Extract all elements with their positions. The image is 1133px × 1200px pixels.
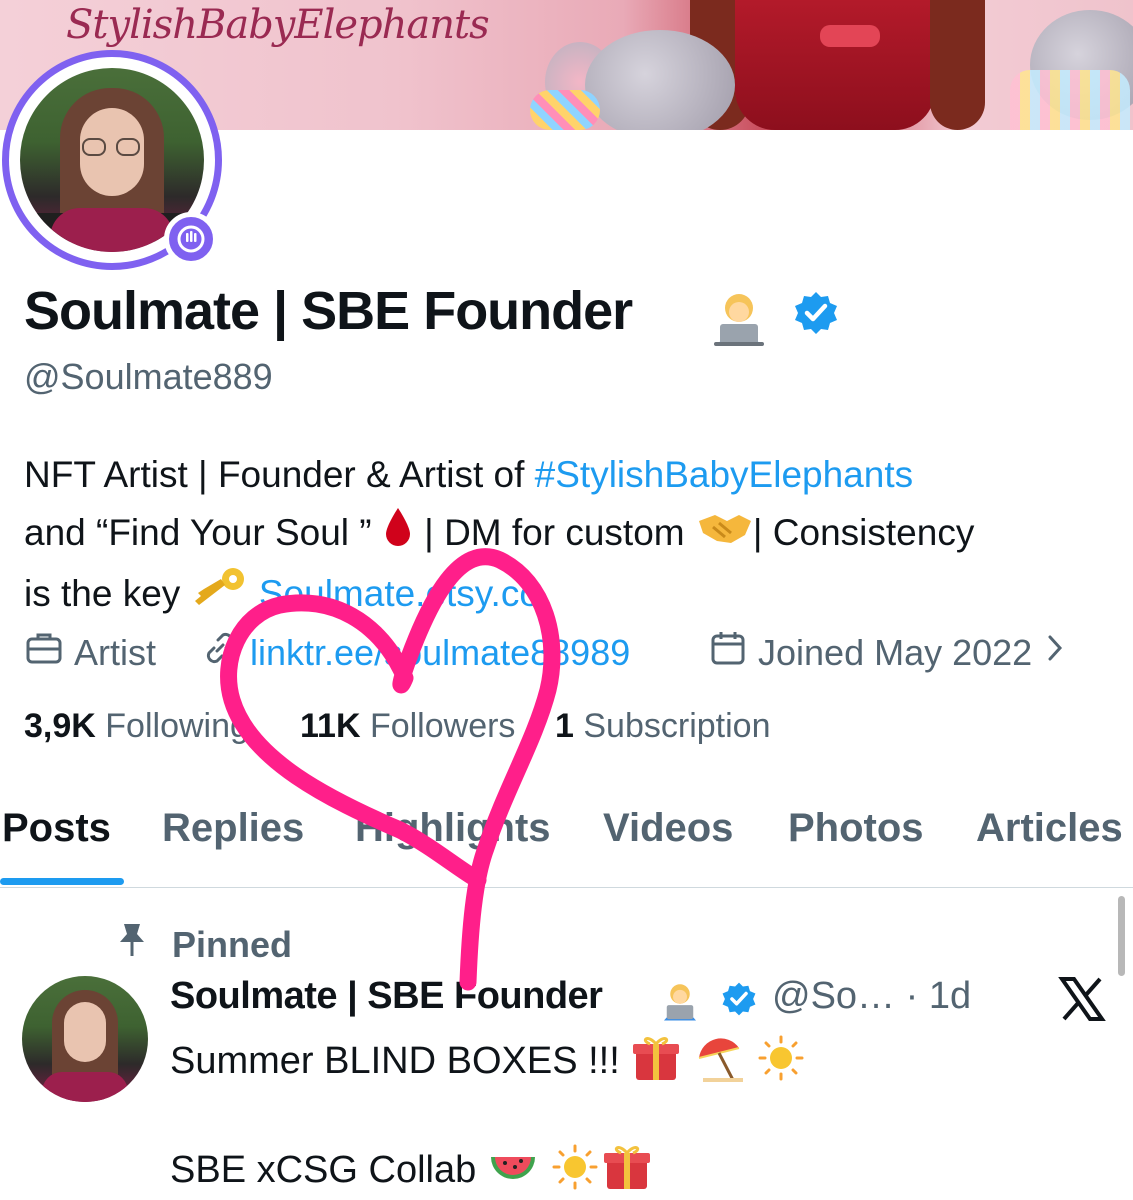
profile-handle: @Soulmate889 bbox=[24, 356, 273, 397]
tab-replies[interactable]: Replies bbox=[162, 806, 304, 851]
following-count[interactable]: 3,9K Following bbox=[24, 707, 249, 746]
sun-emoji-icon bbox=[549, 1143, 601, 1200]
banner-candy bbox=[530, 90, 600, 130]
following-label: Following bbox=[105, 707, 249, 745]
subscriptions-count[interactable]: 1 Subscription bbox=[555, 707, 770, 746]
gift-emoji-icon bbox=[601, 1143, 653, 1200]
briefcase-icon bbox=[24, 628, 64, 677]
link-icon bbox=[200, 628, 240, 677]
banner-bow bbox=[820, 25, 880, 47]
banner-figure-hair bbox=[930, 0, 985, 130]
meta-category: Artist bbox=[24, 628, 156, 677]
tab-posts[interactable]: Posts bbox=[2, 806, 111, 851]
tab-photos[interactable]: Photos bbox=[788, 806, 924, 851]
meta-category-label: Artist bbox=[74, 631, 157, 673]
verified-badge-icon[interactable] bbox=[793, 290, 839, 341]
post-text-1: Summer BLIND BOXES !!! bbox=[170, 1040, 631, 1083]
watermelon-emoji-icon bbox=[487, 1143, 539, 1200]
meta-joined-label: Joined May 2022 bbox=[758, 631, 1033, 673]
bio-text: and “Find Your Soul ” bbox=[24, 512, 382, 553]
tab-videos[interactable]: Videos bbox=[603, 806, 733, 851]
bio-text: | Consistency bbox=[752, 512, 975, 553]
subscriptions-label: Subscription bbox=[583, 707, 771, 745]
chevron-right-icon bbox=[1042, 631, 1068, 674]
meta-website[interactable]: linktr.ee/soulmate88989 bbox=[200, 628, 630, 677]
post-handle-time: @So… · 1d bbox=[772, 975, 972, 1017]
followers-label: Followers bbox=[369, 707, 516, 745]
calendar-icon bbox=[708, 628, 748, 677]
banner-figure-dress bbox=[735, 0, 935, 130]
display-name: Soulmate | SBE Founder bbox=[24, 281, 633, 341]
scrollbar[interactable] bbox=[1118, 896, 1125, 976]
subscriptions-value: 1 bbox=[555, 707, 574, 745]
technologist-emoji-icon bbox=[706, 290, 772, 351]
profile-tabs: Posts Replies Highlights Videos Photos A… bbox=[0, 800, 1133, 888]
pin-icon bbox=[114, 920, 150, 969]
active-tab-indicator bbox=[0, 878, 124, 885]
tab-articles[interactable]: Articles bbox=[976, 806, 1123, 851]
bio-text: NFT Artist | Founder & Artist of bbox=[24, 454, 535, 495]
following-value: 3,9K bbox=[24, 707, 96, 745]
banner-elephant bbox=[585, 30, 735, 130]
spaces-icon[interactable] bbox=[164, 212, 218, 266]
profile-bio: NFT Artist | Founder & Artist of #Stylis… bbox=[24, 446, 1124, 626]
post-author-name[interactable]: Soulmate | SBE Founder bbox=[170, 975, 603, 1018]
pinned-label-row: Pinned bbox=[114, 920, 292, 969]
pinned-label: Pinned bbox=[172, 923, 293, 965]
post-text-2: SBE xCSG Collab bbox=[170, 1149, 487, 1192]
followers-value: 11K bbox=[300, 707, 361, 745]
beach-umbrella-emoji-icon bbox=[693, 1034, 745, 1092]
banner-title: StylishBabyElephants bbox=[66, 2, 490, 48]
post-text-line: SBE xCSG Collab bbox=[170, 1143, 653, 1200]
bio-text: is the key bbox=[24, 572, 191, 614]
gift-emoji-icon bbox=[630, 1034, 682, 1092]
verified-badge-icon[interactable] bbox=[721, 981, 757, 1027]
blood-drop-emoji-icon bbox=[382, 506, 414, 565]
bio-text: | DM for custom bbox=[413, 512, 695, 553]
meta-website-link[interactable]: linktr.ee/soulmate88989 bbox=[250, 632, 630, 674]
handshake-emoji-icon bbox=[695, 506, 753, 564]
post-avatar[interactable] bbox=[22, 976, 148, 1102]
followers-count[interactable]: 11K Followers bbox=[300, 707, 515, 746]
banner-candy-jar bbox=[1010, 70, 1130, 130]
key-emoji-icon bbox=[191, 565, 249, 626]
technologist-emoji-icon bbox=[657, 981, 703, 1031]
sun-emoji-icon bbox=[755, 1034, 807, 1092]
bio-hashtag-link[interactable]: #StylishBabyElephants bbox=[535, 454, 913, 495]
x-logo-icon[interactable] bbox=[1058, 975, 1106, 1023]
tab-highlights[interactable]: Highlights bbox=[355, 806, 551, 851]
meta-joined[interactable]: Joined May 2022 bbox=[708, 628, 1068, 677]
post-text-line: Summer BLIND BOXES !!! bbox=[170, 1034, 807, 1092]
bio-website-link[interactable]: Soulmate.etsy.co bbox=[259, 573, 540, 614]
